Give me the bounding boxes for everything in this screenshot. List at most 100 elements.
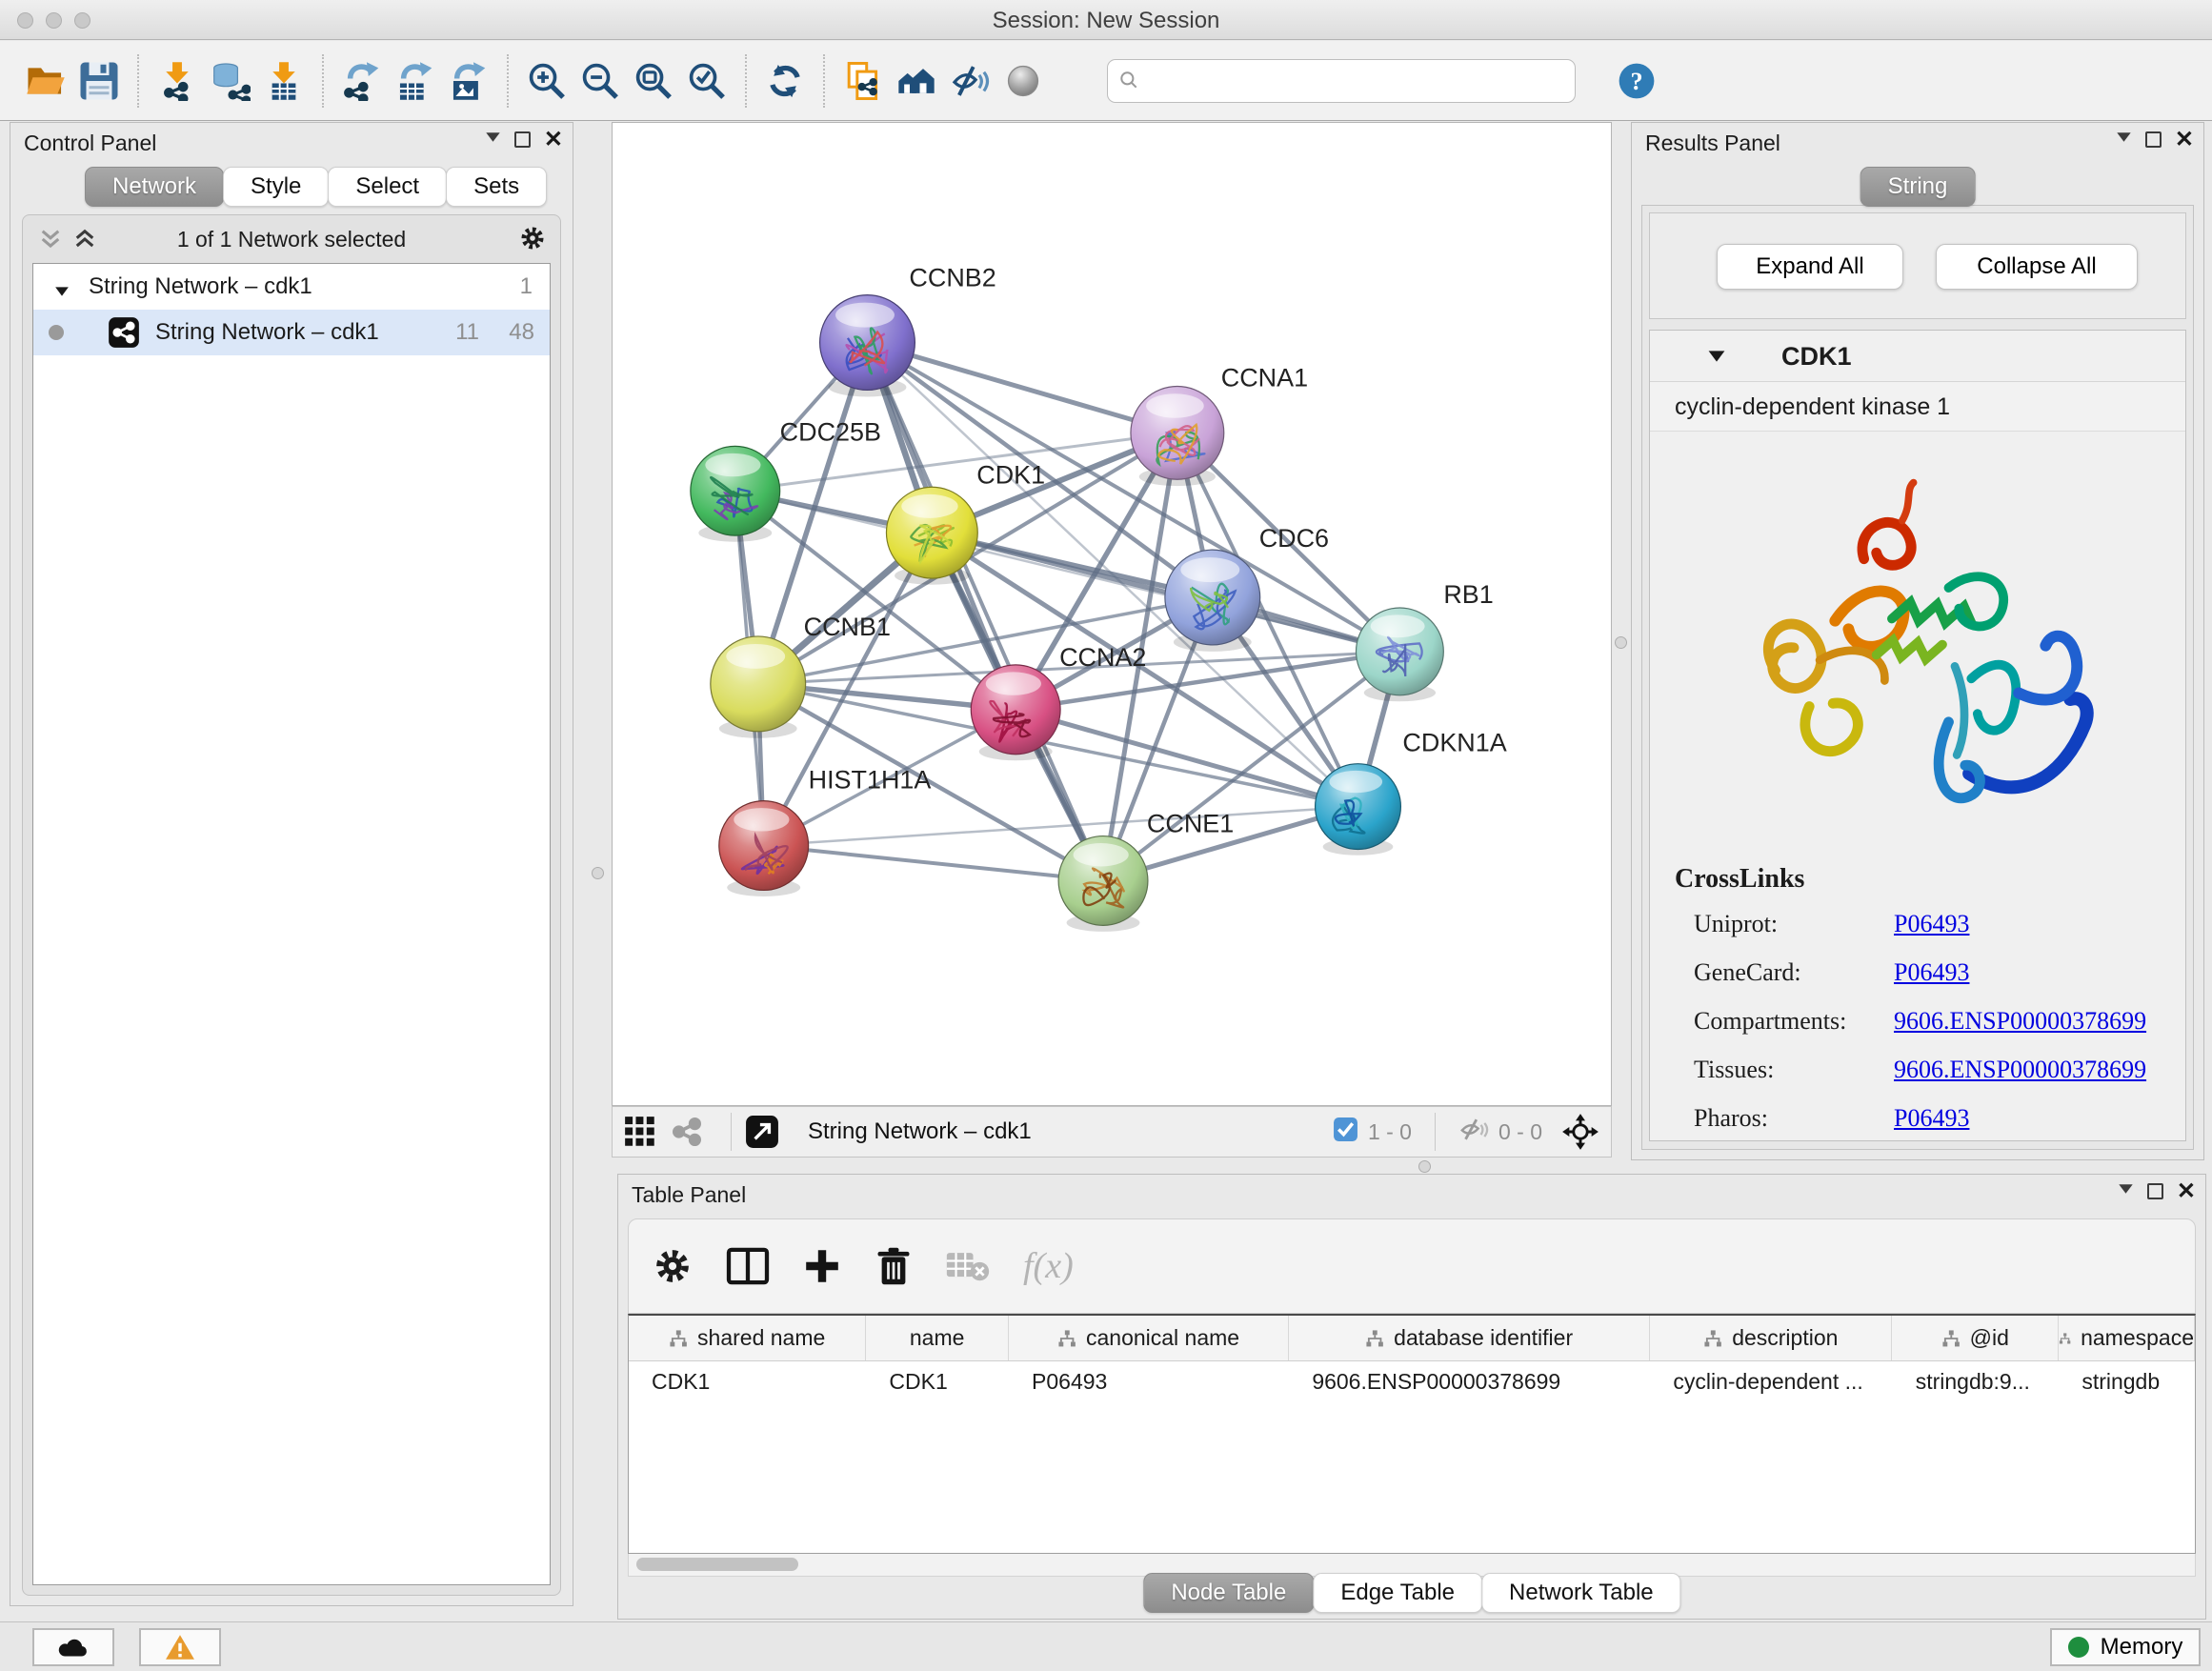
create-column-button[interactable] [802, 1246, 842, 1286]
network-node-CDK1[interactable] [886, 487, 977, 585]
tab-node-table[interactable]: Node Table [1143, 1573, 1314, 1613]
table-cell: stringdb:9... [1893, 1361, 2060, 1403]
warning-button[interactable] [139, 1628, 221, 1666]
network-node-CCNB1[interactable] [711, 636, 806, 738]
hide-selected-icon [950, 61, 990, 101]
table-options-gear-button[interactable] [652, 1245, 694, 1287]
crosslink-link[interactable]: 9606.ENSP00000378699 [1894, 1007, 2146, 1036]
column-header-description[interactable]: description [1650, 1316, 1892, 1360]
float-panel-icon[interactable] [2145, 131, 2162, 148]
network-edge-CCNB2-CCNE1[interactable] [867, 343, 1103, 881]
tab-edge-table[interactable]: Edge Table [1313, 1573, 1482, 1613]
svg-text:?: ? [1630, 68, 1642, 95]
node-label-CCNB2: CCNB2 [909, 264, 995, 292]
tab-style[interactable]: Style [223, 167, 329, 207]
collapse-section-icon[interactable] [1707, 350, 1726, 368]
network-edge-CDKN1A-HIST1H1A[interactable] [764, 807, 1358, 846]
collapse-all-button[interactable]: Collapse All [1936, 244, 2138, 290]
tab-select[interactable]: Select [328, 167, 447, 207]
zoom-out-button[interactable] [573, 51, 627, 111]
column-header--id[interactable]: @id [1892, 1316, 2059, 1360]
network-options-gear-icon[interactable] [518, 224, 547, 257]
close-panel-icon[interactable]: ✕ [2177, 1183, 2196, 1199]
node-table: shared namenamecanonical namedatabase id… [628, 1314, 2196, 1554]
network-canvas[interactable]: CCNB2CCNA1CDC25BCDK1CDC6RB1CCNB1CCNA2CDK… [612, 122, 1612, 1106]
export-network-button[interactable] [335, 51, 389, 111]
network-node-CCNA2[interactable] [971, 665, 1060, 760]
close-panel-icon[interactable]: ✕ [2175, 131, 2194, 148]
export-table-icon [395, 61, 435, 101]
delete-column-trash-button[interactable] [875, 1245, 913, 1287]
help-button[interactable]: ? [1610, 51, 1663, 111]
column-header-name[interactable]: name [866, 1316, 1009, 1360]
crosslink-link[interactable]: P06493 [1894, 910, 1969, 938]
network-node-HIST1H1A[interactable] [719, 801, 809, 896]
network-node-CDKN1A[interactable] [1316, 764, 1401, 856]
network-row-selected[interactable]: String Network – cdk1 11 48 [33, 310, 550, 355]
crosslink-link[interactable]: 9606.ENSP00000378699 [1894, 1056, 2146, 1084]
float-panel-icon[interactable] [514, 131, 531, 148]
zoom-in-button[interactable] [520, 51, 573, 111]
network-svg[interactable]: CCNB2CCNA1CDC25BCDK1CDC6RB1CCNB1CCNA2CDK… [613, 123, 1611, 1105]
float-panel-icon[interactable] [2147, 1183, 2163, 1199]
tab-sets[interactable]: Sets [446, 167, 547, 207]
open-session-button[interactable] [19, 51, 72, 111]
panel-menu-icon[interactable] [485, 131, 501, 148]
hide-selected-button[interactable] [943, 51, 996, 111]
column-header-namespace[interactable]: namespace [2059, 1316, 2195, 1360]
show-graphics-details-button[interactable] [996, 51, 1050, 111]
selected-checkbox-icon[interactable] [1333, 1117, 1358, 1147]
memory-button[interactable]: Memory [2050, 1628, 2201, 1666]
close-panel-icon[interactable]: ✕ [544, 131, 563, 148]
scrollbar-thumb[interactable] [636, 1558, 798, 1571]
import-network-from-file-button[interactable] [151, 51, 204, 111]
panel-menu-icon[interactable] [2116, 131, 2132, 148]
network-node-CDC25B[interactable] [691, 446, 780, 541]
column-header-database-identifier[interactable]: database identifier [1289, 1316, 1650, 1360]
apply-preferred-layout-button[interactable] [758, 51, 812, 111]
show-columns-button[interactable] [726, 1247, 770, 1285]
table-row[interactable]: CDK1CDK1P064939606.ENSP00000378699cyclin… [629, 1361, 2195, 1403]
collapse-node-icon[interactable] [54, 277, 70, 304]
node-label-CCNB1: CCNB1 [804, 613, 891, 641]
new-network-from-selection-button[interactable] [836, 51, 890, 111]
column-header-shared-name[interactable]: shared name [629, 1316, 866, 1360]
open-in-window-button[interactable] [745, 1115, 779, 1149]
export-image-button[interactable] [442, 51, 495, 111]
export-table-button[interactable] [389, 51, 442, 111]
import-network-from-database-button[interactable] [204, 51, 257, 111]
birdseye-grid-button[interactable] [624, 1116, 656, 1148]
tab-network[interactable]: Network [85, 167, 224, 207]
cloud-button[interactable] [32, 1628, 114, 1666]
network-node-RB1[interactable] [1357, 608, 1444, 701]
tab-string[interactable]: String [1860, 167, 1976, 207]
column-header-canonical-name[interactable]: canonical name [1009, 1316, 1289, 1360]
network-collection-row[interactable]: String Network – cdk1 1 [33, 264, 550, 310]
crosslink-link[interactable]: P06493 [1894, 1104, 1969, 1133]
toolbar-divider [322, 54, 324, 108]
function-builder-fx[interactable]: f(x) [1023, 1245, 1074, 1287]
hidden-counts: 0 - 0 [1498, 1119, 1542, 1145]
horizontal-splitter-handle[interactable] [1418, 1160, 1431, 1173]
crosslink-link[interactable]: P06493 [1894, 958, 1969, 987]
first-neighbors-button[interactable] [890, 51, 943, 111]
zoom-in-icon [527, 61, 567, 101]
search-input[interactable] [1107, 59, 1576, 103]
right-splitter-handle[interactable] [1615, 636, 1627, 649]
toolbar-divider [137, 54, 139, 108]
network-node-CCNE1[interactable] [1058, 836, 1148, 932]
zoom-fit-button[interactable] [627, 51, 680, 111]
save-session-button[interactable] [72, 51, 126, 111]
hidden-eye-icon[interactable] [1458, 1117, 1489, 1147]
panel-menu-icon[interactable] [2118, 1182, 2134, 1199]
import-table-from-file-button[interactable] [257, 51, 311, 111]
expand-all-button[interactable]: Expand All [1717, 244, 1903, 290]
network-share-button[interactable] [670, 1115, 704, 1149]
delete-table-button-disabled[interactable] [945, 1249, 991, 1283]
fit-crosshair-button[interactable] [1561, 1113, 1599, 1151]
table-panel: Table Panel ✕ f(x) shared namenamecanoni… [617, 1174, 2206, 1620]
network-node-CCNA1[interactable] [1131, 386, 1224, 486]
left-splitter-handle[interactable] [592, 867, 604, 879]
zoom-selected-button[interactable] [680, 51, 734, 111]
tab-network-table[interactable]: Network Table [1481, 1573, 1681, 1613]
